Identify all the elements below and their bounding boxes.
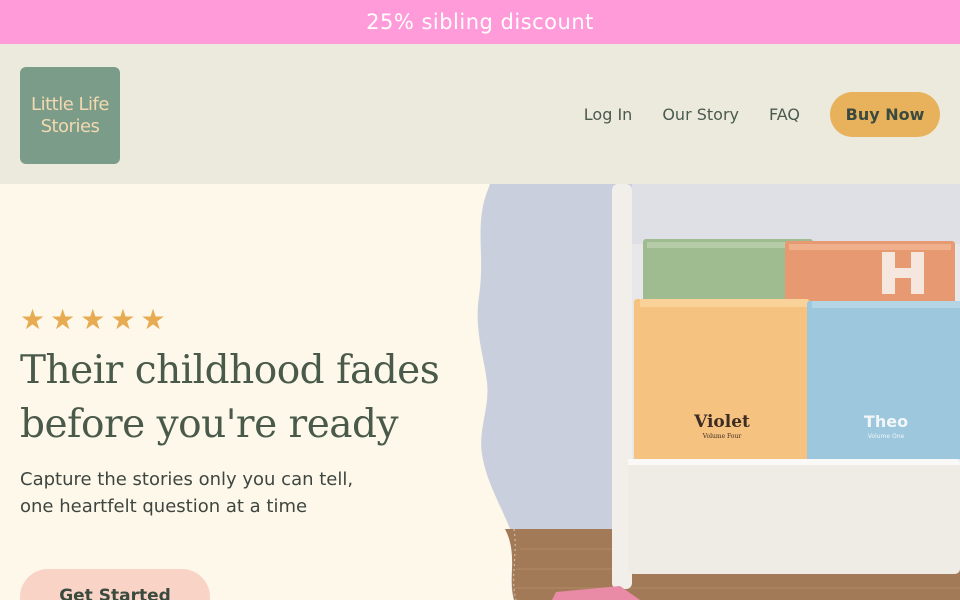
star-icon: ★ (140, 304, 166, 335)
book-violet-title: Violet (693, 412, 750, 432)
star-icon: ★ (20, 304, 46, 335)
subheading-line-1: Capture the stories only you can tell, (20, 469, 354, 490)
book-theo-subtitle: Volume One (868, 433, 905, 440)
logo[interactable]: Little Life Stories (20, 67, 120, 164)
headline-line-2: before you're ready (20, 402, 399, 447)
headline-line-1: Their childhood fades (20, 348, 440, 393)
logo-line-2: Stories (40, 115, 100, 137)
hero-headline: Their childhood fades before you're read… (20, 344, 490, 452)
nav-login-link[interactable]: Log In (584, 105, 633, 124)
hero-subheading: Capture the stories only you can tell, o… (20, 466, 420, 520)
hero-section: Violet Volume Four Theo Volume One ★ ★ ★… (0, 184, 960, 600)
star-icon: ★ (50, 304, 76, 335)
get-started-button[interactable]: Get Started (20, 569, 210, 600)
star-icon: ★ (110, 304, 136, 335)
book-theo-title: Theo (864, 412, 908, 431)
promo-text: 25% sibling discount (366, 10, 594, 34)
book-violet-subtitle: Volume Four (702, 433, 742, 440)
nav-faq-link[interactable]: FAQ (769, 105, 800, 124)
star-icon: ★ (80, 304, 106, 335)
buy-now-button[interactable]: Buy Now (830, 92, 940, 137)
nav-our-story-link[interactable]: Our Story (662, 105, 739, 124)
main-nav: Log In Our Story FAQ Buy Now (584, 92, 940, 137)
promo-banner: 25% sibling discount (0, 0, 960, 44)
subheading-line-2: one heartfelt question at a time (20, 496, 308, 517)
site-header: Little Life Stories Log In Our Story FAQ… (0, 44, 960, 184)
logo-line-1: Little Life (31, 93, 109, 115)
rating-stars: ★ ★ ★ ★ ★ (20, 306, 171, 334)
